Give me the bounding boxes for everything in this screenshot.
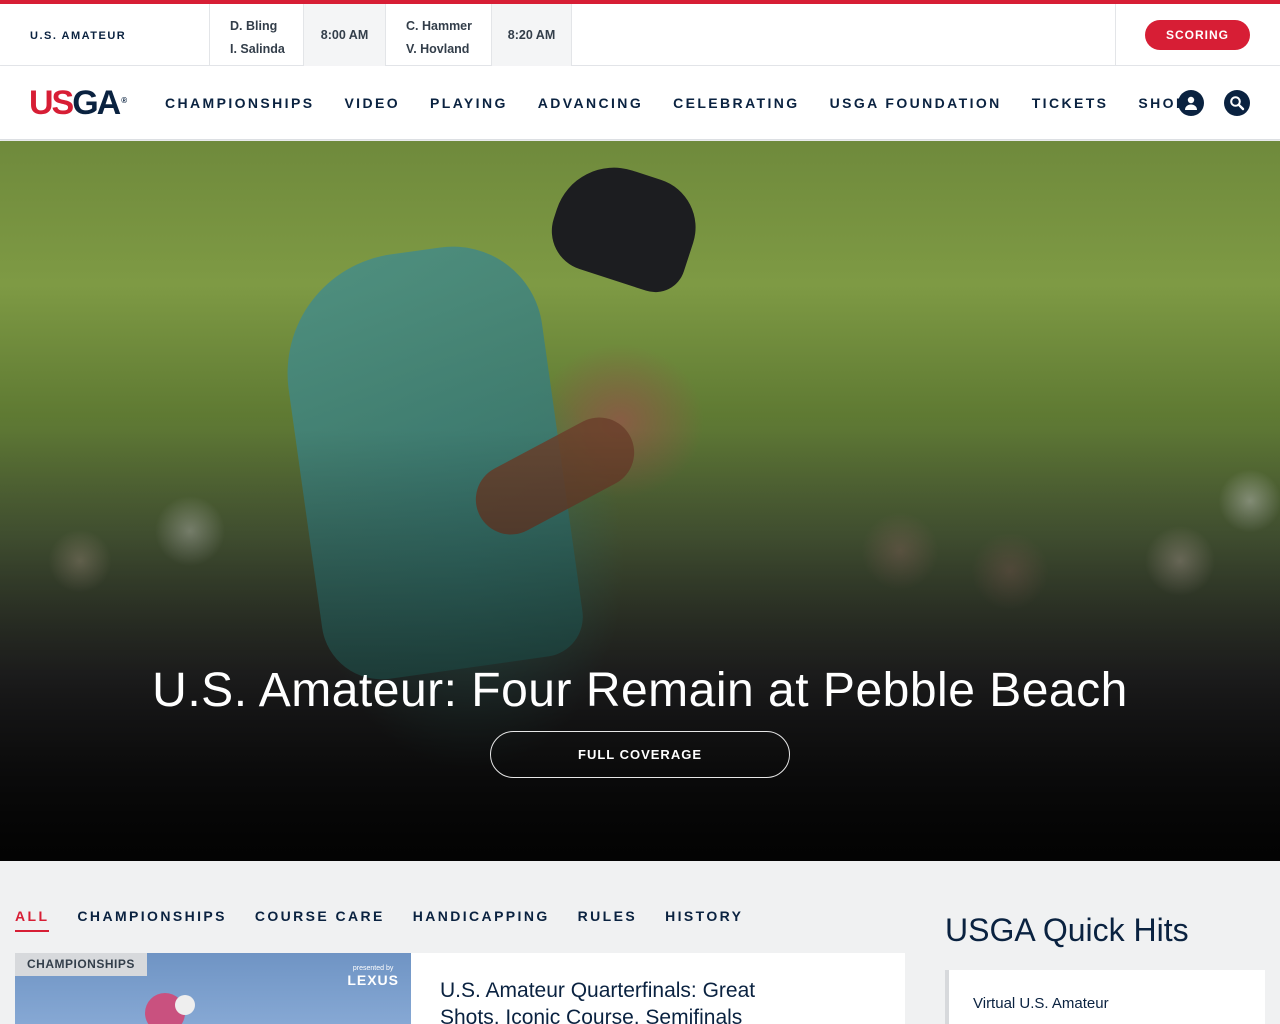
nav-item-championships[interactable]: CHAMPIONSHIPS (150, 95, 329, 111)
usga-logo[interactable]: US GA ® (29, 86, 127, 120)
filter-all[interactable]: ALL (15, 908, 50, 932)
hero-title[interactable]: U.S. Amateur: Four Remain at Pebble Beac… (0, 663, 1280, 718)
full-coverage-button[interactable]: FULL COVERAGE (490, 731, 790, 778)
user-icon[interactable] (1178, 90, 1204, 116)
logo-registered: ® (121, 96, 128, 105)
nav-item-tickets[interactable]: TICKETS (1017, 95, 1124, 111)
filter-handicapping[interactable]: HANDICAPPING (413, 908, 550, 932)
logo-ga: GA (72, 84, 121, 122)
top-ticker-bar: U.S. AMATEUR D. Bling I. Salinda 8:00 AM… (0, 0, 1280, 66)
pairing-1-player-2: I. Salinda (230, 42, 285, 56)
sponsor-presented-by: presented by (352, 965, 394, 972)
pairing-1[interactable]: D. Bling I. Salinda (210, 4, 304, 66)
nav-links: CHAMPIONSHIPS VIDEO PLAYING ADVANCING CE… (150, 66, 1203, 140)
ticker-actions: SCORING (1115, 4, 1280, 66)
quick-hits-title: USGA Quick Hits (945, 912, 1189, 948)
pairing-1-time: 8:00 AM (304, 4, 386, 66)
logo-us: US (29, 84, 74, 122)
news-card-image[interactable]: presented by LEXUS CHAMPIONSHIPS (15, 953, 411, 1024)
filter-championships[interactable]: CHAMPIONSHIPS (77, 908, 226, 932)
pairing-2-time: 8:20 AM (492, 4, 572, 66)
pairing-1-player-1: D. Bling (230, 19, 278, 33)
pairing-2-player-1: C. Hammer (406, 19, 472, 33)
nav-item-playing[interactable]: PLAYING (415, 95, 523, 111)
news-card-tag: CHAMPIONSHIPS (15, 953, 147, 976)
search-icon[interactable] (1224, 90, 1250, 116)
ticker-championship[interactable]: U.S. AMATEUR (0, 4, 210, 66)
pairing-2[interactable]: C. Hammer V. Hovland (386, 4, 492, 66)
pairing-2-player-2: V. Hovland (406, 42, 470, 56)
hero-banner: U.S. Amateur: Four Remain at Pebble Beac… (0, 141, 1280, 861)
ticker-championship-label: U.S. AMATEUR (30, 30, 127, 42)
nav-item-video[interactable]: VIDEO (329, 95, 415, 111)
scoring-button[interactable]: SCORING (1145, 20, 1250, 50)
main-navigation: US GA ® CHAMPIONSHIPS VIDEO PLAYING ADVANC… (0, 66, 1280, 140)
sponsor-brand: LEXUS (347, 972, 399, 988)
nav-item-usga-foundation[interactable]: USGA FOUNDATION (815, 95, 1017, 111)
news-card-title[interactable]: U.S. Amateur Quarterfinals: Great Shots,… (440, 977, 800, 1024)
sponsor-badge: presented by LEXUS (347, 965, 399, 988)
quick-hits-list: Virtual U.S. Amateur (945, 970, 1265, 1024)
news-card[interactable]: presented by LEXUS CHAMPIONSHIPS U.S. Am… (15, 953, 905, 1024)
nav-item-celebrating[interactable]: CELEBRATING (658, 95, 814, 111)
card-golfer-head (175, 995, 195, 1015)
filter-course-care[interactable]: COURSE CARE (255, 908, 385, 932)
filter-history[interactable]: HISTORY (665, 908, 743, 932)
quick-hits-item[interactable]: Virtual U.S. Amateur (973, 995, 1109, 1012)
news-filter-tabs: ALL CHAMPIONSHIPS COURSE CARE HANDICAPPI… (15, 908, 771, 932)
filter-rules[interactable]: RULES (578, 908, 637, 932)
nav-item-advancing[interactable]: ADVANCING (523, 95, 658, 111)
